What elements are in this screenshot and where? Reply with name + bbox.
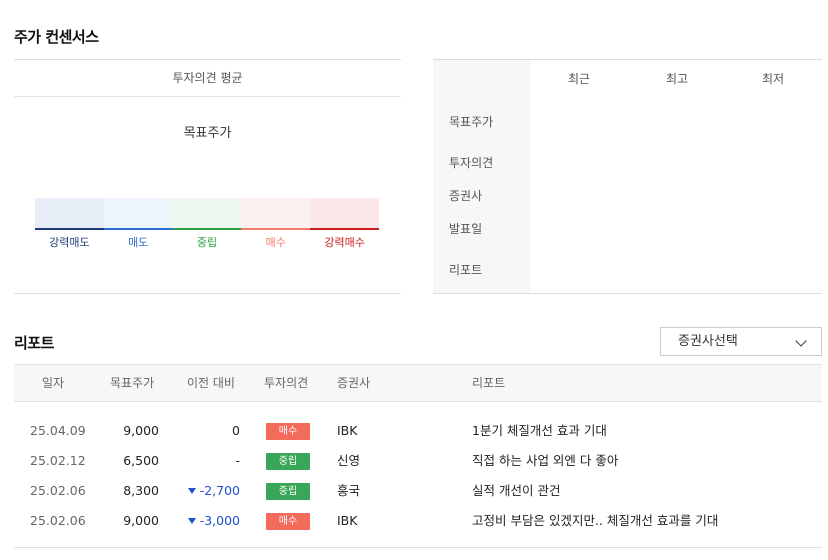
row-change: - bbox=[235, 446, 240, 476]
row-broker: IBK bbox=[337, 513, 358, 528]
broker-select-dropdown[interactable]: 증권사선택 bbox=[660, 327, 822, 356]
opinion-label: 강력매수 bbox=[324, 236, 365, 249]
th-change: 이전 대비 bbox=[187, 376, 235, 390]
row-change: -2,700 bbox=[187, 476, 240, 506]
arrow-down-icon bbox=[187, 488, 196, 494]
row-date: 25.02.06 bbox=[30, 513, 86, 528]
row-target-price: 6,500 bbox=[123, 453, 159, 468]
broker-select-label: 증권사선택 bbox=[678, 334, 738, 349]
col-header-high: 최고 bbox=[665, 72, 689, 86]
row-date: 25.04.09 bbox=[30, 423, 86, 438]
row-label-broker: 증권사 bbox=[449, 189, 483, 203]
col-header-low: 최저 bbox=[761, 72, 785, 86]
opinion-segment bbox=[35, 198, 104, 230]
table-row[interactable]: 25.02.06 8,300 -2,700 중립 흥국 실적 개선이 관건 bbox=[14, 476, 822, 506]
table-row[interactable]: 25.02.06 9,000 -3,000 매수 IBK 고정비 부담은 있겠지만.. 체… bbox=[14, 506, 822, 536]
th-date: 일자 bbox=[42, 376, 65, 390]
opinion-scale-labels: 강력매도 매도 중립 매수 강력매수 bbox=[35, 234, 379, 250]
opinion-label: 강력매도 bbox=[49, 236, 90, 249]
row-date: 25.02.12 bbox=[30, 453, 86, 468]
th-target-price: 목표주가 bbox=[110, 376, 155, 390]
row-change: -3,000 bbox=[187, 506, 240, 536]
table-row[interactable]: 25.04.09 9,000 0 매수 IBK 1분기 체질개선 효과 기대 bbox=[14, 416, 822, 446]
row-report-link[interactable]: 고정비 부담은 있겠지만.. 체질개선 효과를 기대 bbox=[472, 506, 718, 536]
row-target-price: 9,000 bbox=[123, 513, 159, 528]
row-target-price: 9,000 bbox=[123, 423, 159, 438]
opinion-average-panel: 투자의견 평균 목표주가 강력매도 매도 중립 매수 강력매수 bbox=[14, 59, 401, 294]
row-broker: 흥국 bbox=[337, 483, 361, 498]
opinion-average-header: 투자의견 평균 bbox=[14, 60, 401, 97]
row-label-opinion: 투자의견 bbox=[449, 156, 494, 170]
arrow-down-icon bbox=[187, 518, 196, 524]
row-change-value: 0 bbox=[232, 423, 240, 438]
row-target-price: 8,300 bbox=[123, 483, 159, 498]
row-change-value: - bbox=[235, 453, 240, 468]
opinion-badge: 매수 bbox=[266, 423, 310, 440]
opinion-label: 매수 bbox=[265, 236, 286, 249]
consensus-title: 주가 컨센서스 bbox=[14, 28, 99, 46]
target-price-label: 목표주가 bbox=[183, 126, 232, 141]
th-opinion: 투자의견 bbox=[264, 376, 309, 390]
row-report-link[interactable]: 실적 개선이 관건 bbox=[472, 476, 560, 506]
row-label-date: 발표일 bbox=[449, 222, 483, 236]
row-report-link[interactable]: 직접 하는 사업 외엔 다 좋아 bbox=[472, 446, 618, 476]
report-table-header: 일자 목표주가 이전 대비 투자의견 증권사 리포트 bbox=[14, 364, 822, 402]
row-broker: 신영 bbox=[337, 453, 361, 468]
opinion-segment bbox=[103, 198, 173, 230]
opinion-badge: 중립 bbox=[266, 483, 310, 500]
opinion-label: 중립 bbox=[196, 236, 218, 249]
opinion-segment bbox=[310, 198, 379, 230]
opinion-badge: 중립 bbox=[266, 453, 310, 470]
row-label-target-price: 목표주가 bbox=[449, 115, 494, 129]
chevron-down-icon bbox=[795, 335, 807, 347]
th-broker: 증권사 bbox=[337, 376, 371, 390]
reports-title: 리포트 bbox=[14, 334, 54, 352]
row-change-value: -3,000 bbox=[199, 513, 240, 528]
opinion-segment bbox=[172, 198, 242, 230]
row-report-link[interactable]: 1분기 체질개선 효과 기대 bbox=[472, 416, 607, 446]
col-header-recent: 최근 bbox=[567, 72, 591, 86]
row-change-value: -2,700 bbox=[199, 483, 240, 498]
row-change: 0 bbox=[232, 416, 240, 446]
table-divider bbox=[14, 547, 822, 548]
row-date: 25.02.06 bbox=[30, 483, 86, 498]
opinion-badge: 매수 bbox=[266, 513, 310, 530]
table-row[interactable]: 25.02.12 6,500 - 중립 신영 직접 하는 사업 외엔 다 좋아 bbox=[14, 446, 822, 476]
opinion-label: 매도 bbox=[128, 236, 149, 249]
row-label-report: 리포트 bbox=[449, 263, 483, 277]
opinion-scale-bar bbox=[35, 198, 379, 230]
row-broker: IBK bbox=[337, 423, 358, 438]
consensus-summary-table: 최근 최고 최저 목표주가 투자의견 증권사 발표일 리포트 bbox=[433, 59, 822, 294]
summary-label-column bbox=[433, 60, 530, 293]
th-report: 리포트 bbox=[472, 376, 506, 390]
opinion-segment bbox=[241, 198, 311, 230]
